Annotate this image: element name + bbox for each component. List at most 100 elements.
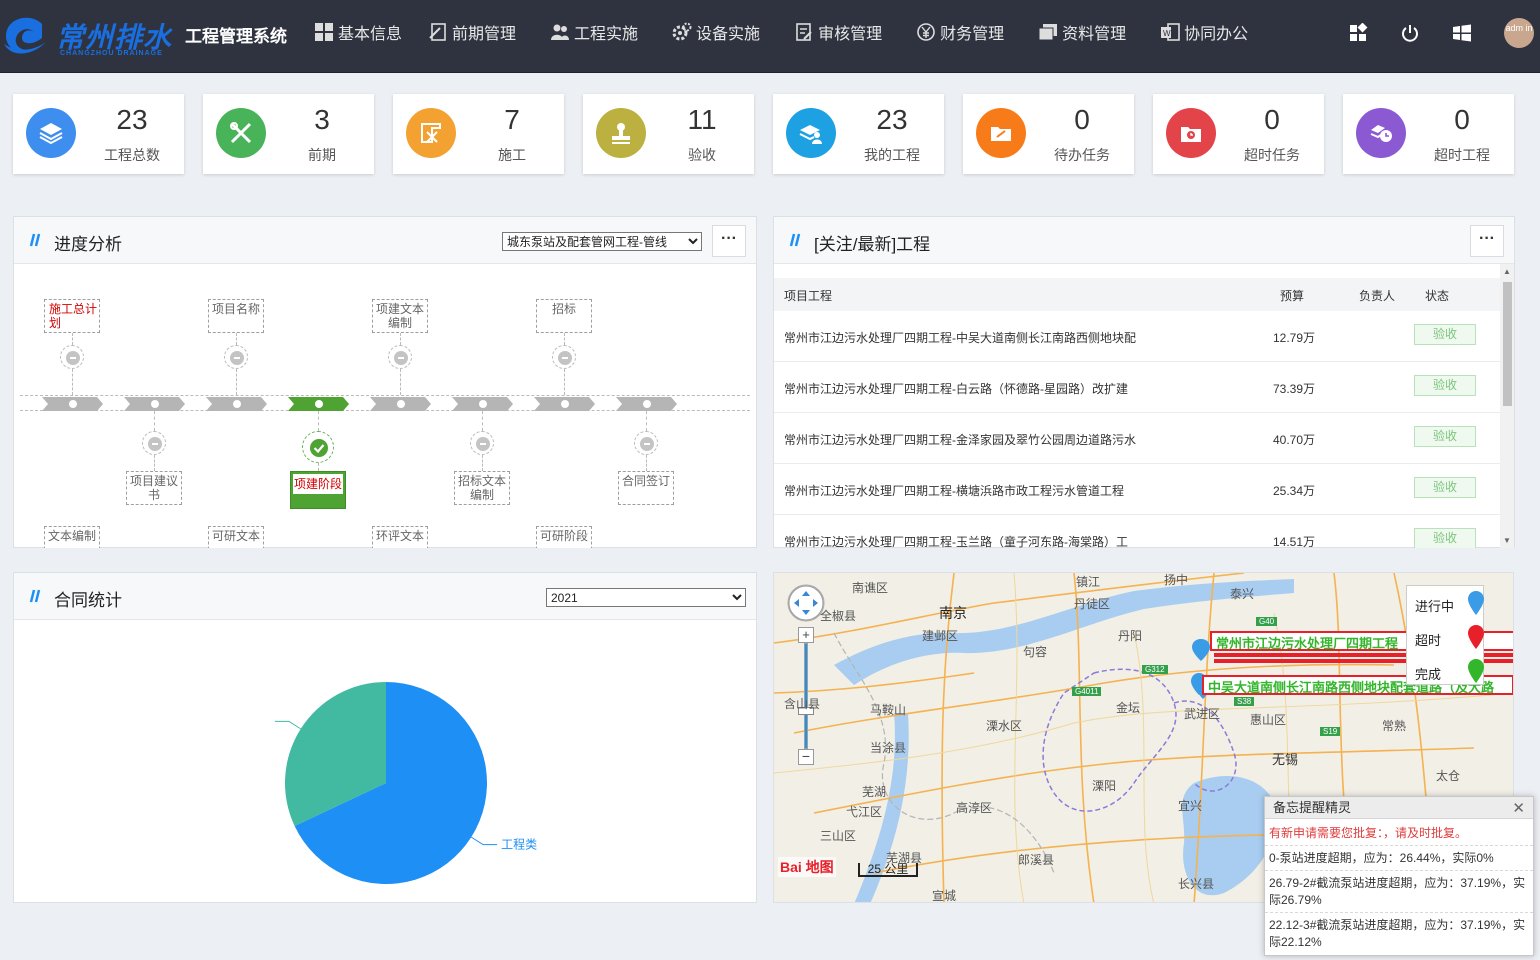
- map-place-label: 常熟: [1382, 719, 1407, 733]
- stat-value: 0: [1454, 104, 1470, 135]
- stat-card-overdue-tasks[interactable]: 0 超时任务: [1153, 94, 1324, 174]
- check-circle-icon[interactable]: [302, 431, 334, 463]
- stat-card-overdue-projects[interactable]: 0 超时工程: [1343, 94, 1514, 174]
- table-row[interactable]: 常州市江边污水处理厂四期工程-中吴大道南侧长江南路西侧地块配 12.79万 验收: [774, 311, 1502, 362]
- timeline-node[interactable]: 合同签订: [618, 471, 674, 505]
- column-header[interactable]: 负责人: [1359, 287, 1395, 304]
- map-place-label: 泰兴: [1230, 587, 1255, 601]
- more-button[interactable]: ···: [712, 225, 746, 257]
- yen-icon: [917, 23, 935, 41]
- minus-circle-icon[interactable]: [388, 345, 412, 369]
- minus-circle-icon[interactable]: [634, 431, 658, 455]
- timeline-node[interactable]: 项目名称: [208, 299, 264, 333]
- scroll-up-icon[interactable]: ▲: [1503, 267, 1511, 276]
- stat-icon-circle: [216, 108, 266, 158]
- timeline-step-active: [288, 397, 349, 411]
- project-name[interactable]: 常州市江边污水处理厂四期工程-玉兰路（童子河东路-海棠路）工: [784, 533, 1128, 548]
- reminder-line[interactable]: 有新申请需要您批复：，请及时批复。: [1265, 819, 1533, 846]
- menu-item-basic-info[interactable]: 基本信息: [314, 20, 402, 44]
- status-badge[interactable]: 验收: [1414, 324, 1476, 345]
- menu-item-review[interactable]: 审核管理: [794, 20, 882, 44]
- legend-label: 超时: [1415, 633, 1442, 648]
- dashboard-icon[interactable]: [1348, 23, 1368, 43]
- pin-green-icon: [1468, 659, 1484, 683]
- minus-circle-icon[interactable]: [142, 431, 166, 455]
- project-select[interactable]: 城东泵站及配套管网工程-管线: [502, 232, 702, 251]
- project-budget: 25.34万: [1272, 484, 1316, 498]
- minus-circle-icon[interactable]: [470, 431, 494, 455]
- timeline-node[interactable]: 环评文本: [372, 526, 428, 548]
- timeline-node[interactable]: 文本编制: [44, 526, 100, 548]
- minus-circle-icon[interactable]: [224, 345, 248, 369]
- menu-item-office[interactable]: W 协同办公: [1160, 20, 1248, 44]
- status-badge[interactable]: 验收: [1414, 528, 1476, 548]
- timeline-node-active[interactable]: 项建阶段: [290, 471, 346, 509]
- project-name[interactable]: 常州市江边污水处理厂四期工程-横塘浜路市政工程污水管道工程: [784, 482, 1124, 499]
- menu-item-equipment[interactable]: 设备实施: [672, 20, 760, 44]
- node-connector: [72, 369, 73, 395]
- project-name[interactable]: 常州市江边污水处理厂四期工程-金泽家园及翠竹公园周边道路污水: [784, 431, 1136, 448]
- table-row[interactable]: 常州市江边污水处理厂四期工程-白云路（怀德路-星园路）改扩建 73.39万 验收: [774, 362, 1502, 413]
- power-icon[interactable]: [1400, 23, 1420, 43]
- baidu-map-logo[interactable]: Bai 地图: [778, 857, 836, 877]
- column-header[interactable]: 预算: [1280, 287, 1304, 304]
- timeline-node[interactable]: 项目建议书: [126, 471, 182, 505]
- reminder-line[interactable]: 22.12-3#截流泵站进度超期，应为：37.19%，实际22.12%: [1265, 913, 1533, 954]
- svg-text:W: W: [1163, 29, 1171, 38]
- avatar[interactable]: adm in: [1504, 18, 1534, 48]
- map-place-label: 句容: [1023, 645, 1048, 659]
- scroll-down-icon[interactable]: ▼: [1503, 536, 1511, 545]
- pie-leader-line: [274, 720, 301, 730]
- column-header[interactable]: 状态: [1425, 287, 1449, 304]
- menu-item-documents[interactable]: 资料管理: [1038, 20, 1126, 44]
- brand-logo[interactable]: 常州排水 CHANGZHOU DRAINAGE: [0, 8, 180, 62]
- timeline-node[interactable]: 可研文本: [208, 526, 264, 548]
- more-button[interactable]: ···: [1470, 225, 1504, 257]
- map-pan-control[interactable]: [788, 585, 824, 621]
- windows-icon[interactable]: [1452, 23, 1472, 43]
- stat-card-todo[interactable]: 0 待办任务: [963, 94, 1134, 174]
- map-place-label: 马鞍山: [870, 703, 907, 717]
- reminder-line[interactable]: 0-泵站进度超期，应为：26.44%，实际0%: [1265, 846, 1533, 871]
- status-badge[interactable]: 验收: [1414, 477, 1476, 498]
- table-row[interactable]: 常州市江边污水处理厂四期工程-横塘浜路市政工程污水管道工程 25.34万 验收: [774, 464, 1502, 515]
- stat-card-construction[interactable]: 7 施工: [393, 94, 564, 174]
- year-select[interactable]: 2021: [546, 588, 746, 607]
- stat-icon-circle: [786, 108, 836, 158]
- timeline-node[interactable]: 施工总计划: [44, 299, 100, 333]
- zoom-in-button[interactable]: +: [798, 627, 814, 643]
- scrollbar-thumb[interactable]: [1503, 282, 1512, 406]
- reminder-line[interactable]: 26.79-2#截流泵站进度超期，应为：37.19%，实际26.79%: [1265, 871, 1533, 913]
- stat-icon-circle: [406, 108, 456, 158]
- status-badge[interactable]: 验收: [1414, 375, 1476, 396]
- stat-card-my-projects[interactable]: 23 我的工程: [773, 94, 944, 174]
- menu-item-finance[interactable]: 财务管理: [916, 20, 1004, 44]
- minus-circle-icon[interactable]: [552, 345, 576, 369]
- brand-subtitle: CHANGZHOU DRAINAGE: [60, 50, 163, 57]
- status-badge[interactable]: 验收: [1414, 426, 1476, 447]
- stat-card-preliminary[interactable]: 3 前期: [203, 94, 374, 174]
- timeline-node[interactable]: 可研阶段: [536, 526, 592, 548]
- timeline-node[interactable]: 招标: [536, 299, 592, 333]
- timeline-node[interactable]: 招标文本编制: [454, 471, 510, 505]
- map-place-label: 扬中: [1164, 573, 1189, 587]
- project-name[interactable]: 常州市江边污水处理厂四期工程-中吴大道南侧长江南路西侧地块配: [784, 329, 1136, 346]
- reminder-popup: 备忘提醒精灵 ✕ 有新申请需要您批复：，请及时批复。 0-泵站进度超期，应为：2…: [1264, 796, 1534, 956]
- panel-title: 进度分析: [54, 235, 122, 254]
- close-icon[interactable]: ✕: [1512, 799, 1525, 817]
- node-connector: [646, 411, 647, 431]
- menu-item-preliminary[interactable]: 前期管理: [428, 20, 516, 44]
- minus-circle-icon[interactable]: [60, 345, 84, 369]
- zoom-out-button[interactable]: −: [798, 749, 814, 765]
- menu-item-construction[interactable]: 工程实施: [550, 20, 638, 44]
- table-row[interactable]: 常州市江边污水处理厂四期工程-玉兰路（童子河东路-海棠路）工 14.51万 验收: [774, 515, 1502, 548]
- project-name[interactable]: 常州市江边污水处理厂四期工程-白云路（怀德路-星园路）改扩建: [784, 380, 1128, 397]
- stat-card-total[interactable]: 23 工程总数: [13, 94, 184, 174]
- table-row[interactable]: 常州市江边污水处理厂四期工程-金泽家园及翠竹公园周边道路污水 40.70万 验收: [774, 413, 1502, 464]
- timeline-node[interactable]: 项建文本编制: [372, 299, 428, 333]
- stat-card-acceptance[interactable]: 11 验收: [583, 94, 754, 174]
- timeline-step: [370, 397, 431, 411]
- table-scrollbar[interactable]: ▲ ▼: [1500, 264, 1514, 548]
- column-header[interactable]: 项目工程: [784, 287, 832, 304]
- stat-value: 11: [687, 104, 717, 135]
